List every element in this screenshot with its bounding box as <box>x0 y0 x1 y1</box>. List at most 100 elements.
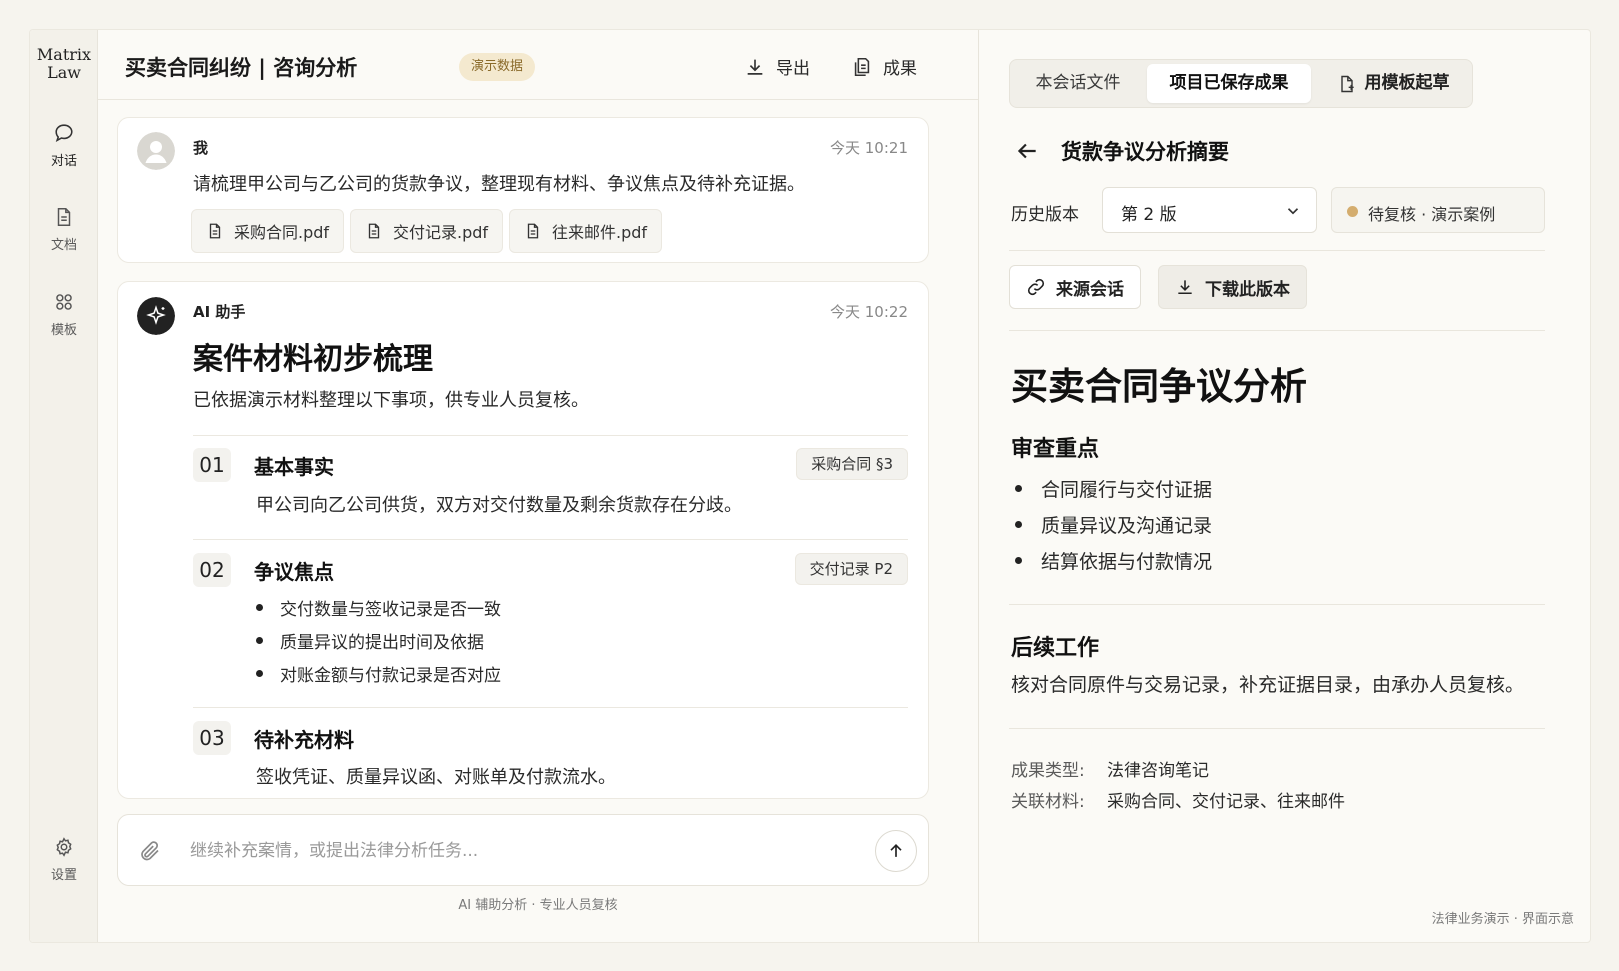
panel-footer: 法律业务演示 · 界面示意 <box>1431 912 1574 927</box>
logo: Matrix Law <box>30 46 98 82</box>
rail-templates-label: 模板 <box>50 323 77 338</box>
results-panel: 本会话文件 项目已保存成果 用模板起草 货款争议分析摘要 历史版本 第 2 版 … <box>978 30 1590 942</box>
file-icon <box>368 223 380 239</box>
tab-saved-results[interactable]: 项目已保存成果 <box>1147 64 1311 103</box>
divider <box>193 435 908 436</box>
list-item-text: 交付数量与签收记录是否一致 <box>280 600 501 620</box>
section-title: 待补充材料 <box>254 728 354 752</box>
user-message-card: 我 今天 10:21 请梳理甲公司与乙公司的货款争议，整理现有材料、争议焦点及待… <box>117 117 929 263</box>
page-title: 买卖合同纠纷 | 咨询分析 <box>125 56 358 80</box>
attachment-chip[interactable]: 采购合同.pdf <box>191 209 345 253</box>
document-title: 买卖合同争议分析 <box>1011 365 1307 408</box>
send-button[interactable] <box>875 830 917 872</box>
documents-icon <box>854 57 870 76</box>
meta-result-type: 成果类型: 法律咨询笔记 <box>1011 756 1209 781</box>
attachment-chip[interactable]: 往来邮件.pdf <box>509 209 663 253</box>
review-heading: 审查重点 <box>1011 437 1100 462</box>
section-number: 01 <box>193 448 231 482</box>
file-icon <box>527 223 539 239</box>
attachment-name: 交付记录.pdf <box>393 223 489 242</box>
download-version-label: 下载此版本 <box>1205 279 1290 300</box>
list-item: 合同履行与交付证据 <box>1015 475 1212 502</box>
export-label: 导出 <box>776 59 810 79</box>
meta-related-materials: 关联材料: 采购合同、交付记录、往来邮件 <box>1011 787 1345 812</box>
panel-tabs: 本会话文件 项目已保存成果 用模板起草 <box>1009 59 1473 108</box>
paperclip-icon[interactable] <box>138 839 162 863</box>
composer-footnote: AI 辅助分析 · 专业人员复核 <box>458 898 618 913</box>
result-title: 货款争议分析摘要 <box>1061 140 1229 164</box>
source-reference-chip[interactable]: 交付记录 P2 <box>794 553 908 585</box>
left-rail: Matrix Law 对话 文档 模板 设置 <box>30 30 98 942</box>
composer <box>117 814 929 886</box>
tab-draft-from-template[interactable]: 用模板起草 <box>1316 64 1470 103</box>
user-message-time: 今天 10:21 <box>830 139 908 157</box>
app-window: Matrix Law 对话 文档 模板 设置 买卖合同纠纷 | 咨询分析 演示数… <box>29 29 1591 943</box>
download-version-button[interactable]: 下载此版本 <box>1158 265 1307 309</box>
divider <box>1009 728 1545 729</box>
section-text: 甲公司向乙公司供货，双方对交付数量及剩余货款存在分歧。 <box>256 495 742 516</box>
list-item: 质量异议及沟通记录 <box>1015 511 1212 538</box>
list-item: 对账金额与付款记录是否对应 <box>256 661 501 686</box>
user-avatar-icon <box>137 132 175 170</box>
source-session-button[interactable]: 来源会话 <box>1009 265 1141 309</box>
rail-item-docs[interactable]: 文档 <box>30 206 98 253</box>
list-item-text: 质量异议及沟通记录 <box>1041 515 1213 537</box>
source-session-label: 来源会话 <box>1056 279 1124 300</box>
meta-value: 法律咨询笔记 <box>1107 761 1209 781</box>
message-input[interactable] <box>190 833 830 869</box>
tab-draft-label: 用模板起草 <box>1364 73 1450 93</box>
back-arrow-icon[interactable] <box>1014 138 1040 164</box>
version-select[interactable]: 第 2 版 <box>1102 187 1317 233</box>
ai-message-card: AI 助手 今天 10:22 案件材料初步梳理 已依据演示材料整理以下事项，供专… <box>117 281 929 799</box>
document-icon <box>57 208 71 226</box>
divider <box>193 707 908 708</box>
download-icon <box>1178 280 1192 295</box>
grid-icon <box>56 294 72 310</box>
divider <box>1009 604 1545 605</box>
list-item-text: 结算依据与付款情况 <box>1041 551 1213 573</box>
attachment-name: 采购合同.pdf <box>234 223 330 242</box>
list-item: 交付数量与签收记录是否一致 <box>256 595 501 620</box>
user-sender: 我 <box>193 139 209 157</box>
section-number: 02 <box>193 553 231 587</box>
attachment-chip[interactable]: 交付记录.pdf <box>350 209 504 253</box>
list-item-text: 合同履行与交付证据 <box>1041 479 1213 501</box>
demo-data-badge: 演示数据 <box>459 53 536 81</box>
followup-heading: 后续工作 <box>1011 636 1100 661</box>
ai-sender: AI 助手 <box>193 303 246 321</box>
results-button[interactable]: 成果 <box>851 54 917 79</box>
rail-item-templates[interactable]: 模板 <box>30 291 98 338</box>
chat-header: 买卖合同纠纷 | 咨询分析 演示数据 导出 成果 <box>98 30 978 100</box>
divider <box>1009 330 1545 331</box>
divider <box>193 539 908 540</box>
rail-item-settings[interactable]: 设置 <box>30 836 98 883</box>
ai-message-time: 今天 10:22 <box>830 303 908 321</box>
results-label: 成果 <box>883 59 917 79</box>
export-button[interactable]: 导出 <box>744 54 810 79</box>
ai-response-title: 案件材料初步梳理 <box>193 342 433 377</box>
list-item: 质量异议的提出时间及依据 <box>256 628 484 653</box>
rail-item-chat[interactable]: 对话 <box>30 122 98 169</box>
rail-chat-label: 对话 <box>50 154 77 169</box>
file-plus-icon <box>1340 75 1354 92</box>
history-label: 历史版本 <box>1011 205 1079 225</box>
source-reference-chip[interactable]: 采购合同 §3 <box>796 448 908 480</box>
followup-text: 核对合同原件与交易记录，补充证据目录，由承办人员复核。 <box>1011 674 1525 696</box>
section-title: 争议焦点 <box>254 560 334 584</box>
meta-value: 采购合同、交付记录、往来邮件 <box>1107 792 1345 812</box>
status-badge: 待复核 · 演示案例 <box>1331 187 1545 233</box>
section-title: 基本事实 <box>254 455 334 479</box>
divider <box>1009 250 1545 251</box>
chevron-down-icon <box>1287 208 1299 215</box>
status-text: 待复核 · 演示案例 <box>1368 205 1496 224</box>
meta-key: 成果类型: <box>1011 761 1085 781</box>
logo-line-1: Matrix <box>36 45 92 64</box>
chat-bubble-icon <box>55 124 73 142</box>
download-icon <box>747 59 763 75</box>
list-item: 结算依据与付款情况 <box>1015 547 1212 574</box>
rail-docs-label: 文档 <box>50 238 77 253</box>
section-text: 签收凭证、质量异议函、对账单及付款流水。 <box>256 767 616 788</box>
version-select-value: 第 2 版 <box>1121 205 1177 225</box>
tab-session-files[interactable]: 本会话文件 <box>1014 64 1142 103</box>
link-icon <box>1027 278 1045 296</box>
